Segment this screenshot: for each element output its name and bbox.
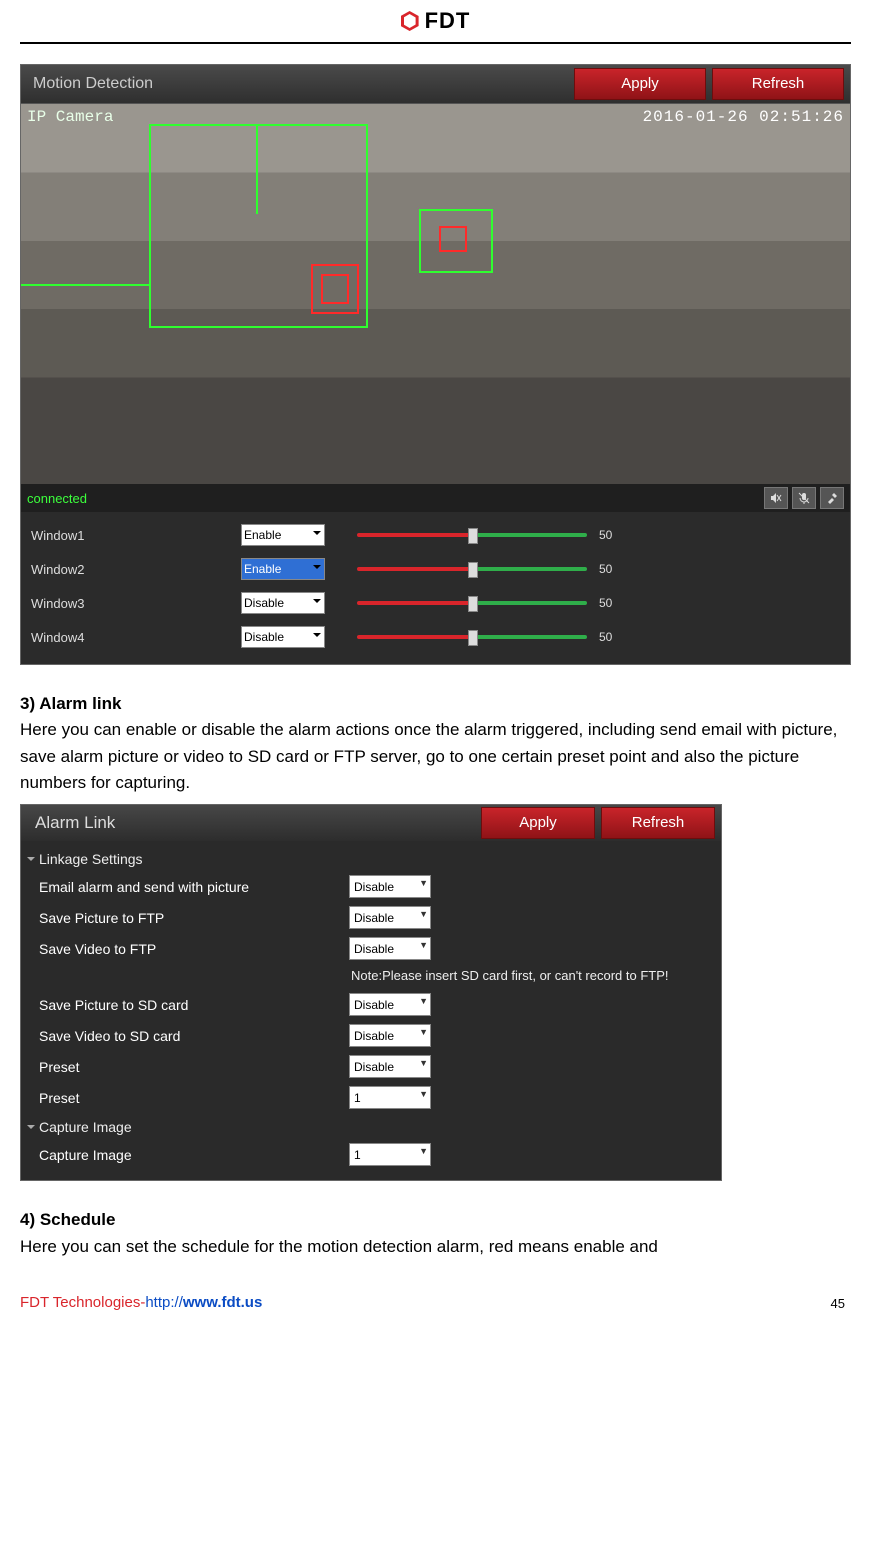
setting-label: Capture Image — [39, 1147, 349, 1163]
linkage-settings-subhead: Linkage Settings — [21, 845, 721, 871]
mute-icon[interactable] — [764, 487, 788, 509]
sensitivity-slider[interactable] — [357, 533, 587, 537]
brand-header: FDT — [20, 0, 851, 44]
window-row: Window2 50 — [31, 552, 840, 586]
setting-select[interactable] — [349, 1143, 431, 1166]
setting-row: Preset — [21, 1082, 721, 1113]
logo-hex-icon — [401, 11, 419, 31]
setting-row: Save Picture to FTP — [21, 902, 721, 933]
section4-heading: 4) Schedule — [20, 1210, 115, 1229]
refresh-button[interactable]: Refresh — [712, 68, 844, 100]
sensitivity-slider[interactable] — [357, 635, 587, 639]
section4-body: Here you can set the schedule for the mo… — [20, 1237, 658, 1256]
setting-select[interactable] — [349, 1086, 431, 1109]
detection-marker — [439, 226, 467, 252]
section3-heading: 3) Alarm link — [20, 694, 121, 713]
setting-row: Preset — [21, 1051, 721, 1082]
sensitivity-value: 50 — [599, 562, 629, 576]
video-preview: IP Camera 2016-01-26 02:51:26 — [21, 104, 850, 484]
window-row: Window3 50 — [31, 586, 840, 620]
setting-label: Email alarm and send with picture — [39, 879, 349, 895]
setting-select[interactable] — [349, 906, 431, 929]
window-row: Window1 50 — [31, 518, 840, 552]
connection-status: connected — [27, 491, 87, 506]
window-enable-select[interactable] — [241, 558, 325, 580]
setting-select[interactable] — [349, 1024, 431, 1047]
sensitivity-value: 50 — [599, 630, 629, 644]
setting-label: Preset — [39, 1090, 349, 1106]
osd-timestamp: 2016-01-26 02:51:26 — [643, 108, 844, 126]
capture-image-subhead: Capture Image — [21, 1113, 721, 1139]
setting-label: Save Picture to SD card — [39, 997, 349, 1013]
setting-select[interactable] — [349, 937, 431, 960]
page-number: 45 — [831, 1296, 851, 1311]
setting-label: Save Video to FTP — [39, 941, 349, 957]
setting-label: Save Video to SD card — [39, 1028, 349, 1044]
window-label: Window1 — [31, 528, 241, 543]
osd-camera-label: IP Camera — [27, 108, 113, 126]
alarm-link-panel: Alarm Link Apply Refresh Linkage Setting… — [20, 804, 722, 1181]
sensitivity-slider[interactable] — [357, 601, 587, 605]
setting-row: Email alarm and send with picture — [21, 871, 721, 902]
setting-select[interactable] — [349, 875, 431, 898]
detection-marker — [321, 274, 349, 304]
setting-row: Save Picture to SD card — [21, 989, 721, 1020]
motion-title: Motion Detection — [33, 75, 574, 93]
window-label: Window2 — [31, 562, 241, 577]
mic-off-icon[interactable] — [792, 487, 816, 509]
section3-body: Here you can enable or disable the alarm… — [20, 720, 837, 792]
setting-row: Save Video to SD card — [21, 1020, 721, 1051]
window-enable-select[interactable] — [241, 524, 325, 546]
window-enable-select[interactable] — [241, 592, 325, 614]
refresh-button[interactable]: Refresh — [601, 807, 715, 839]
setting-select[interactable] — [349, 1055, 431, 1078]
setting-label: Preset — [39, 1059, 349, 1075]
page-footer: FDT Technologies-http://www.fdt.us 45 — [20, 1294, 851, 1311]
tools-icon[interactable] — [820, 487, 844, 509]
footer-domain: www.fdt.us — [183, 1294, 262, 1311]
window-row: Window4 50 — [31, 620, 840, 654]
setting-row: Save Video to FTP — [21, 933, 721, 964]
window-label: Window3 — [31, 596, 241, 611]
window-enable-select[interactable] — [241, 626, 325, 648]
footer-company: FDT Technologies- — [20, 1294, 145, 1311]
sensitivity-slider[interactable] — [357, 567, 587, 571]
sd-card-note: Note:Please insert SD card first, or can… — [21, 964, 721, 989]
setting-select[interactable] — [349, 993, 431, 1016]
setting-label: Save Picture to FTP — [39, 910, 349, 926]
footer-proto: http:// — [145, 1294, 183, 1311]
window-label: Window4 — [31, 630, 241, 645]
apply-button[interactable]: Apply — [481, 807, 595, 839]
sensitivity-value: 50 — [599, 596, 629, 610]
alarm-title: Alarm Link — [35, 813, 481, 833]
setting-row: Capture Image — [21, 1139, 721, 1170]
crosshair-line — [21, 284, 149, 286]
apply-button[interactable]: Apply — [574, 68, 706, 100]
motion-detection-panel: Motion Detection Apply Refresh IP Camera… — [20, 64, 851, 665]
brand-name: FDT — [425, 8, 471, 34]
sensitivity-value: 50 — [599, 528, 629, 542]
